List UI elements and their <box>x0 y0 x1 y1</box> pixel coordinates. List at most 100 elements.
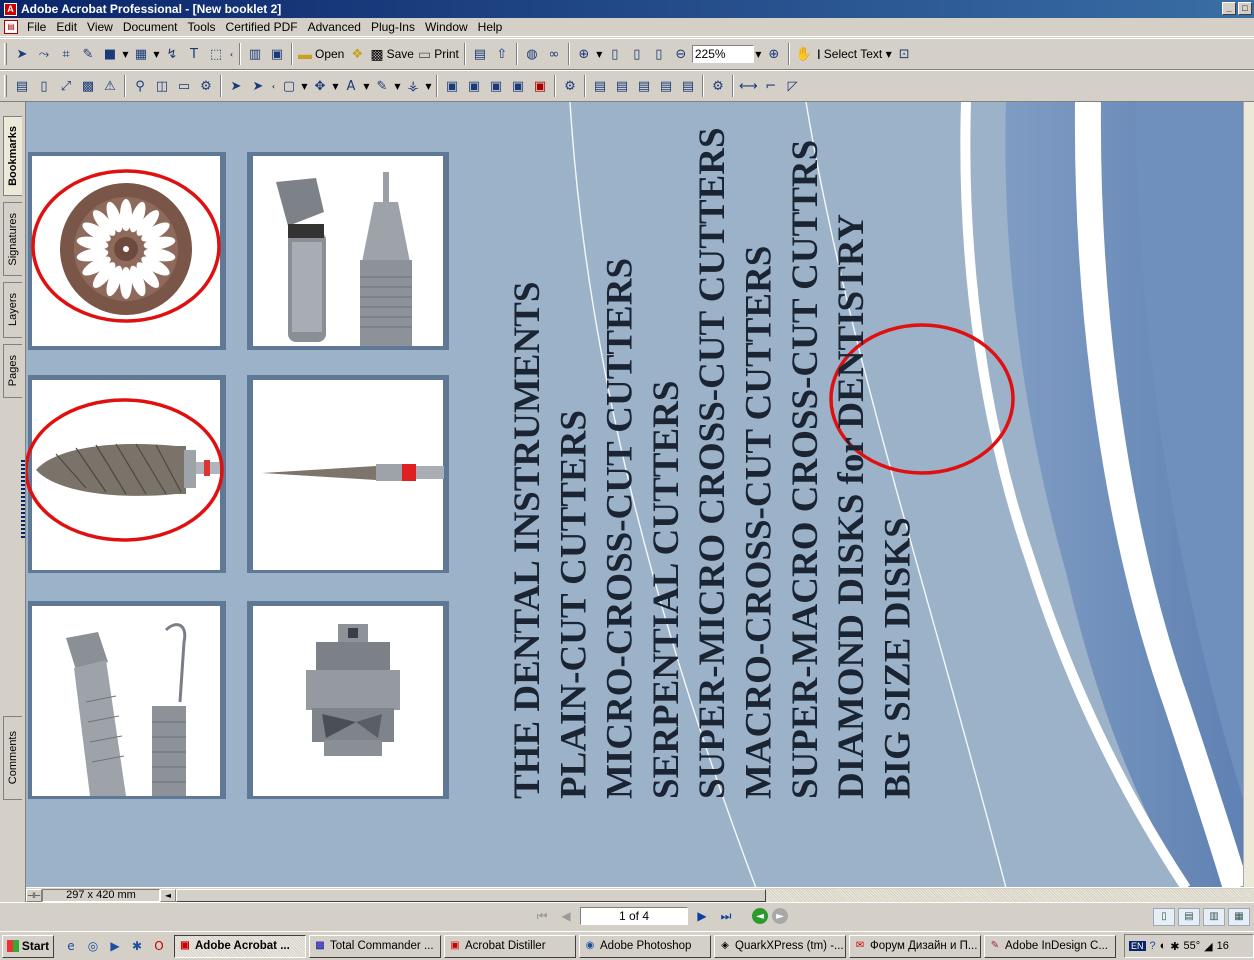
task-acrobat[interactable]: ▣ Adobe Acrobat ... <box>174 934 306 958</box>
document-page[interactable]: THE DENTAL INSTRUMENTS PLAIN-CUT CUTTERS M… <box>26 102 1244 888</box>
volume-icon[interactable]: ◢ <box>1204 940 1212 953</box>
doc-tool-4-icon[interactable]: ▤ <box>655 75 677 97</box>
facing-icon[interactable]: ▥ <box>1203 908 1225 926</box>
window-tool-icon[interactable]: ▭ <box>173 75 195 97</box>
menu-window[interactable]: Window <box>420 20 473 34</box>
page-number-field[interactable]: 1 of 4 <box>580 907 688 925</box>
search-binoculars-icon[interactable]: ∞ <box>543 43 565 65</box>
checker-icon[interactable]: ▩ <box>77 75 99 97</box>
convert-colors-icon[interactable]: ▣ <box>529 75 551 97</box>
settings-icon[interactable]: ⚙ <box>707 75 729 97</box>
preflight-icon[interactable]: ▣ <box>485 75 507 97</box>
help-icon[interactable]: ? <box>1150 940 1156 952</box>
toolbar-grip[interactable] <box>4 75 7 97</box>
email-globe-icon[interactable]: ◍ <box>521 43 543 65</box>
fit-width-icon[interactable]: ▯ <box>648 43 670 65</box>
output-preview-icon[interactable]: ▣ <box>441 75 463 97</box>
chevron-down-icon[interactable]: ▼ <box>424 82 433 91</box>
article-icon[interactable]: ↯ <box>161 43 183 65</box>
scan-icon[interactable]: ▤ <box>469 43 491 65</box>
task-quark[interactable]: ◈ QuarkXPress (tm) -... <box>714 934 846 958</box>
split-icon[interactable]: ⊣⊢ <box>26 888 42 902</box>
fit-page-icon[interactable]: ▯ <box>626 43 648 65</box>
chevron-down-icon[interactable]: ▼ <box>300 82 309 91</box>
separation-icon[interactable]: ▣ <box>463 75 485 97</box>
tab-comments[interactable]: Comments <box>3 716 22 800</box>
doc-tool-2-icon[interactable]: ▤ <box>611 75 633 97</box>
gear-icon[interactable]: ⚙ <box>195 75 217 97</box>
move-icon[interactable]: ✥ <box>309 75 331 97</box>
toolbar-grip[interactable] <box>4 43 7 65</box>
go-forward-icon[interactable]: ► <box>772 908 788 924</box>
warning-icon[interactable]: ⚠ <box>99 75 121 97</box>
next-page-icon[interactable]: ▶ <box>692 906 712 926</box>
chevron-down-icon[interactable]: ▼ <box>884 50 893 59</box>
touchup-icon[interactable]: ⤳ <box>33 43 55 65</box>
horizontal-scroll-thumb[interactable] <box>176 888 766 902</box>
media-player-icon[interactable]: ▶ <box>106 937 124 955</box>
task-total-commander[interactable]: ▩ Total Commander ... <box>309 934 441 958</box>
pencil-tool-icon[interactable]: ✎ <box>371 75 393 97</box>
opera-icon[interactable]: O <box>150 937 168 955</box>
scroll-left-icon[interactable]: ◄ <box>160 888 176 902</box>
snapshot-icon[interactable]: ⊡ <box>893 43 915 65</box>
rectangle-tool-icon[interactable]: ▢ <box>278 75 300 97</box>
continuous-facing-icon[interactable]: ▦ <box>1228 908 1250 926</box>
doc-tool-1-icon[interactable]: ▤ <box>589 75 611 97</box>
start-button[interactable]: Start <box>2 934 54 958</box>
touchup-text-icon[interactable]: T <box>183 43 205 65</box>
doc-tool-5-icon[interactable]: ▤ <box>677 75 699 97</box>
chevron-down-icon[interactable]: ▼ <box>121 50 130 59</box>
previous-page-icon[interactable]: ◀ <box>556 906 576 926</box>
chevron-down-icon[interactable]: ▼ <box>754 50 763 59</box>
ie-icon[interactable]: e <box>62 937 80 955</box>
chevron-down-icon[interactable]: ▼ <box>331 82 340 91</box>
document-icon[interactable]: ▤ <box>4 20 18 34</box>
select-text-button[interactable]: I Select Text <box>815 43 884 65</box>
chevron-down-icon[interactable]: ▼ <box>362 82 371 91</box>
form-field-icon[interactable]: ■ <box>99 43 121 65</box>
pane-splitter[interactable] <box>21 460 25 540</box>
menu-document[interactable]: Document <box>118 20 183 34</box>
tab-pages[interactable]: Pages <box>3 344 22 398</box>
edit-object-icon[interactable]: ⚙ <box>559 75 581 97</box>
network-icon[interactable]: ◐ <box>1160 940 1167 952</box>
task-distiller[interactable]: ▣ Acrobat Distiller <box>444 934 576 958</box>
last-page-icon[interactable]: ⏭ <box>716 906 736 926</box>
menu-certified-pdf[interactable]: Certified PDF <box>221 20 303 34</box>
pane-icon[interactable]: ▥ <box>244 43 266 65</box>
language-indicator[interactable]: EN <box>1129 941 1146 951</box>
go-back-icon[interactable]: ◄ <box>752 908 768 924</box>
menu-file[interactable]: File <box>22 20 51 34</box>
msn-tray-icon[interactable]: ✱ <box>1170 940 1179 953</box>
task-indesign[interactable]: ✎ Adobe InDesign C... <box>984 934 1116 958</box>
chevron-down-icon[interactable]: ▼ <box>152 50 161 59</box>
transparency-icon[interactable]: ▣ <box>507 75 529 97</box>
layers-tool-icon[interactable]: ◫ <box>151 75 173 97</box>
msn-icon[interactable]: ✱ <box>128 937 146 955</box>
page-info-icon[interactable]: ▤ <box>11 75 33 97</box>
perimeter-tool-icon[interactable]: ⌐ <box>760 75 782 97</box>
arrow-select-icon[interactable]: ➤ <box>225 75 247 97</box>
chevron-left-icon[interactable]: ‹ <box>269 82 278 91</box>
link-icon[interactable]: ✎ <box>77 43 99 65</box>
page-icon[interactable]: ▯ <box>33 75 55 97</box>
save-button[interactable]: ▩ Save <box>368 43 416 65</box>
chevron-down-icon[interactable]: ▼ <box>393 82 402 91</box>
print-button[interactable]: ▭ Print <box>416 43 461 65</box>
organizer-icon[interactable]: ❖ <box>346 43 368 65</box>
pages-pane-icon[interactable]: ▣ <box>266 43 288 65</box>
zoom-in-icon[interactable]: ⊕ <box>573 43 595 65</box>
first-page-icon[interactable]: ⏮ <box>532 906 552 926</box>
doc-tool-3-icon[interactable]: ▤ <box>633 75 655 97</box>
stamp-tool-icon[interactable]: ⚶ <box>402 75 424 97</box>
resize-icon[interactable]: ⤢ <box>55 75 77 97</box>
hand-tool-icon[interactable]: ✋ <box>793 43 815 65</box>
menu-edit[interactable]: Edit <box>51 20 82 34</box>
single-page-icon[interactable]: ▯ <box>1153 908 1175 926</box>
menu-view[interactable]: View <box>82 20 118 34</box>
vertical-scrollbar[interactable] <box>1243 102 1254 888</box>
maximize-button[interactable]: □ <box>1238 2 1252 15</box>
horizontal-scroll-track[interactable] <box>176 888 1254 902</box>
tab-signatures[interactable]: Signatures <box>3 202 22 276</box>
